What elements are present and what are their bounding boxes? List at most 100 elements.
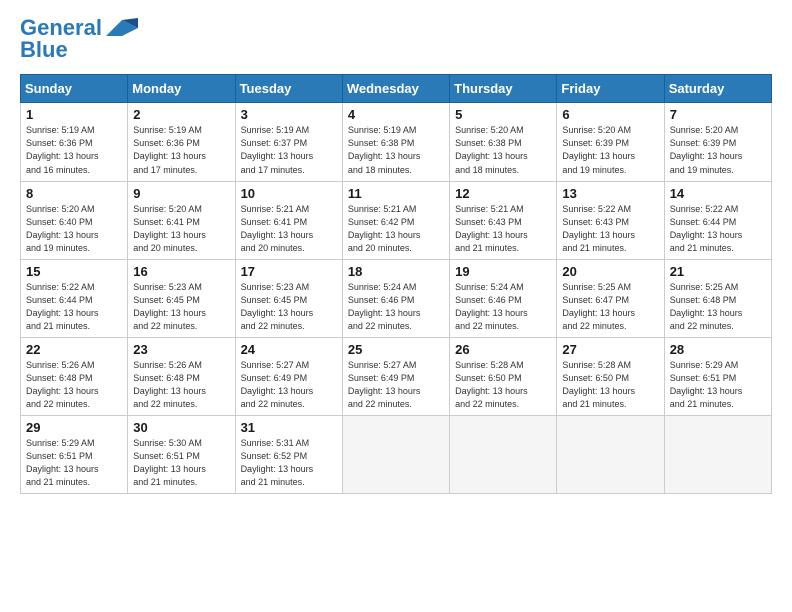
day-number: 15 [26,264,122,279]
calendar-cell-w1-d5: 13 Sunrise: 5:22 AM Sunset: 6:43 PM Dayli… [557,181,664,259]
day-info: Sunrise: 5:30 AM Sunset: 6:51 PM Dayligh… [133,437,229,489]
day-info: Sunrise: 5:20 AM Sunset: 6:40 PM Dayligh… [26,203,122,255]
day-number: 12 [455,186,551,201]
day-info: Sunrise: 5:20 AM Sunset: 6:39 PM Dayligh… [670,124,766,176]
calendar-cell-w4-d3 [342,416,449,494]
calendar-cell-w0-d2: 3 Sunrise: 5:19 AM Sunset: 6:37 PM Daylig… [235,103,342,181]
calendar-cell-w4-d1: 30 Sunrise: 5:30 AM Sunset: 6:51 PM Dayli… [128,416,235,494]
day-number: 29 [26,420,122,435]
col-header-wednesday: Wednesday [342,75,449,103]
day-number: 25 [348,342,444,357]
day-number: 2 [133,107,229,122]
day-number: 5 [455,107,551,122]
calendar-cell-w1-d4: 12 Sunrise: 5:21 AM Sunset: 6:43 PM Dayli… [450,181,557,259]
calendar-cell-w3-d3: 25 Sunrise: 5:27 AM Sunset: 6:49 PM Dayli… [342,337,449,415]
day-number: 20 [562,264,658,279]
calendar-cell-w2-d0: 15 Sunrise: 5:22 AM Sunset: 6:44 PM Dayli… [21,259,128,337]
day-info: Sunrise: 5:21 AM Sunset: 6:43 PM Dayligh… [455,203,551,255]
day-number: 8 [26,186,122,201]
day-number: 28 [670,342,766,357]
calendar-cell-w4-d5 [557,416,664,494]
col-header-tuesday: Tuesday [235,75,342,103]
day-number: 4 [348,107,444,122]
day-info: Sunrise: 5:28 AM Sunset: 6:50 PM Dayligh… [455,359,551,411]
col-header-thursday: Thursday [450,75,557,103]
day-number: 6 [562,107,658,122]
day-info: Sunrise: 5:20 AM Sunset: 6:41 PM Dayligh… [133,203,229,255]
calendar-table: SundayMondayTuesdayWednesdayThursdayFrid… [20,74,772,494]
calendar-cell-w0-d4: 5 Sunrise: 5:20 AM Sunset: 6:38 PM Daylig… [450,103,557,181]
calendar-cell-w3-d4: 26 Sunrise: 5:28 AM Sunset: 6:50 PM Dayli… [450,337,557,415]
day-info: Sunrise: 5:22 AM Sunset: 6:44 PM Dayligh… [26,281,122,333]
calendar-cell-w4-d2: 31 Sunrise: 5:31 AM Sunset: 6:52 PM Dayli… [235,416,342,494]
calendar-cell-w0-d1: 2 Sunrise: 5:19 AM Sunset: 6:36 PM Daylig… [128,103,235,181]
logo-icon [106,18,138,38]
day-number: 30 [133,420,229,435]
day-info: Sunrise: 5:26 AM Sunset: 6:48 PM Dayligh… [133,359,229,411]
calendar-cell-w1-d0: 8 Sunrise: 5:20 AM Sunset: 6:40 PM Daylig… [21,181,128,259]
calendar-cell-w0-d6: 7Sunrise: 5:20 AM Sunset: 6:39 PM Daylig… [664,103,771,181]
day-info: Sunrise: 5:24 AM Sunset: 6:46 PM Dayligh… [455,281,551,333]
calendar-cell-w3-d1: 23 Sunrise: 5:26 AM Sunset: 6:48 PM Dayli… [128,337,235,415]
col-header-sunday: Sunday [21,75,128,103]
day-info: Sunrise: 5:22 AM Sunset: 6:43 PM Dayligh… [562,203,658,255]
day-info: Sunrise: 5:23 AM Sunset: 6:45 PM Dayligh… [241,281,337,333]
day-number: 13 [562,186,658,201]
calendar-cell-w2-d2: 17 Sunrise: 5:23 AM Sunset: 6:45 PM Dayli… [235,259,342,337]
calendar-cell-w2-d1: 16Sunrise: 5:23 AM Sunset: 6:45 PM Dayli… [128,259,235,337]
col-header-saturday: Saturday [664,75,771,103]
col-header-friday: Friday [557,75,664,103]
calendar-cell-w1-d1: 9 Sunrise: 5:20 AM Sunset: 6:41 PM Daylig… [128,181,235,259]
calendar-cell-w2-d4: 19 Sunrise: 5:24 AM Sunset: 6:46 PM Dayli… [450,259,557,337]
day-info: Sunrise: 5:19 AM Sunset: 6:36 PM Dayligh… [133,124,229,176]
calendar-cell-w4-d6 [664,416,771,494]
day-info: Sunrise: 5:26 AM Sunset: 6:48 PM Dayligh… [26,359,122,411]
calendar-cell-w4-d0: 29 Sunrise: 5:29 AM Sunset: 6:51 PM Dayli… [21,416,128,494]
day-number: 31 [241,420,337,435]
day-number: 3 [241,107,337,122]
calendar-cell-w1-d6: 14 Sunrise: 5:22 AM Sunset: 6:44 PM Dayli… [664,181,771,259]
day-info: Sunrise: 5:20 AM Sunset: 6:38 PM Dayligh… [455,124,551,176]
day-info: Sunrise: 5:31 AM Sunset: 6:52 PM Dayligh… [241,437,337,489]
day-info: Sunrise: 5:29 AM Sunset: 6:51 PM Dayligh… [26,437,122,489]
col-header-monday: Monday [128,75,235,103]
day-number: 22 [26,342,122,357]
day-info: Sunrise: 5:25 AM Sunset: 6:47 PM Dayligh… [562,281,658,333]
day-number: 9 [133,186,229,201]
calendar-cell-w3-d6: 28 Sunrise: 5:29 AM Sunset: 6:51 PM Dayli… [664,337,771,415]
day-number: 23 [133,342,229,357]
day-info: Sunrise: 5:27 AM Sunset: 6:49 PM Dayligh… [241,359,337,411]
logo: General Blue [20,16,138,62]
calendar-cell-w2-d6: 21 Sunrise: 5:25 AM Sunset: 6:48 PM Dayli… [664,259,771,337]
calendar-cell-w3-d0: 22 Sunrise: 5:26 AM Sunset: 6:48 PM Dayli… [21,337,128,415]
day-info: Sunrise: 5:21 AM Sunset: 6:42 PM Dayligh… [348,203,444,255]
day-number: 1 [26,107,122,122]
calendar-cell-w0-d0: 1 Sunrise: 5:19 AM Sunset: 6:36 PM Daylig… [21,103,128,181]
day-number: 16 [133,264,229,279]
day-number: 24 [241,342,337,357]
calendar-cell-w4-d4 [450,416,557,494]
day-info: Sunrise: 5:21 AM Sunset: 6:41 PM Dayligh… [241,203,337,255]
calendar-cell-w1-d3: 11Sunrise: 5:21 AM Sunset: 6:42 PM Dayli… [342,181,449,259]
day-info: Sunrise: 5:22 AM Sunset: 6:44 PM Dayligh… [670,203,766,255]
calendar-cell-w0-d5: 6Sunrise: 5:20 AM Sunset: 6:39 PM Daylig… [557,103,664,181]
day-number: 26 [455,342,551,357]
day-number: 21 [670,264,766,279]
calendar-cell-w2-d5: 20 Sunrise: 5:25 AM Sunset: 6:47 PM Dayli… [557,259,664,337]
day-info: Sunrise: 5:29 AM Sunset: 6:51 PM Dayligh… [670,359,766,411]
day-number: 17 [241,264,337,279]
day-info: Sunrise: 5:19 AM Sunset: 6:37 PM Dayligh… [241,124,337,176]
day-info: Sunrise: 5:27 AM Sunset: 6:49 PM Dayligh… [348,359,444,411]
day-info: Sunrise: 5:19 AM Sunset: 6:38 PM Dayligh… [348,124,444,176]
day-info: Sunrise: 5:25 AM Sunset: 6:48 PM Dayligh… [670,281,766,333]
calendar-cell-w2-d3: 18Sunrise: 5:24 AM Sunset: 6:46 PM Dayli… [342,259,449,337]
page: General Blue SundayMondayTuesdayWednesda… [0,0,792,612]
day-info: Sunrise: 5:28 AM Sunset: 6:50 PM Dayligh… [562,359,658,411]
day-number: 19 [455,264,551,279]
calendar-cell-w0-d3: 4 Sunrise: 5:19 AM Sunset: 6:38 PM Daylig… [342,103,449,181]
logo-blue-text: Blue [20,38,68,62]
day-info: Sunrise: 5:24 AM Sunset: 6:46 PM Dayligh… [348,281,444,333]
day-number: 27 [562,342,658,357]
day-info: Sunrise: 5:19 AM Sunset: 6:36 PM Dayligh… [26,124,122,176]
day-number: 14 [670,186,766,201]
